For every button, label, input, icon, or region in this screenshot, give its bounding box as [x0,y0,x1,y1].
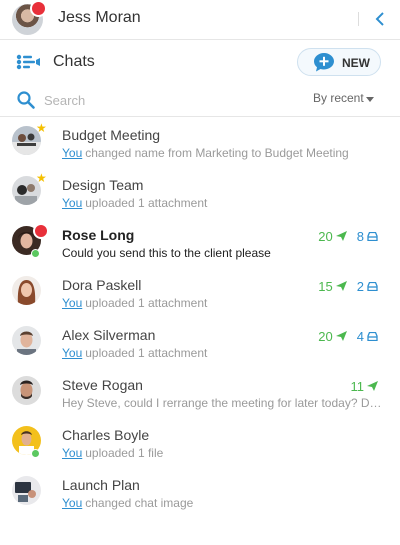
chat-counters: 20 8 [318,228,378,244]
chat-item-launch-plan[interactable]: Launch Plan You changed chat image [0,468,400,518]
send-icon [367,381,378,391]
user-avatar [12,276,41,305]
inbox-icon [367,281,378,291]
online-status-dot [31,449,40,458]
chat-name: Design Team [62,177,144,193]
new-chat-button[interactable]: NEW [297,48,381,76]
chat-name: Rose Long [62,227,135,243]
chat-preview: You changed name from Marketing to Budget… [62,146,387,160]
chat-name: Dora Paskell [62,277,142,293]
inbox-icon [367,231,378,241]
header-divider [358,12,359,26]
current-user-name: Jess Moran [58,9,141,26]
you-label[interactable]: You [62,296,82,310]
preview-text: uploaded 1 attachment [85,296,208,310]
chevron-left-icon[interactable] [372,9,390,29]
add-chat-icon [314,53,334,72]
search-icon [17,91,35,109]
chat-name: Charles Boyle [62,427,150,443]
app-header: Jess Moran [0,0,400,40]
chat-preview: You changed chat image [62,496,387,510]
chat-preview: Hey Steve, could I rerrange the meeting … [62,396,387,410]
preview-text: uploaded 1 file [85,446,164,460]
chat-name: Launch Plan [62,477,140,493]
preview-text: uploaded 1 attachment [85,346,208,360]
search-input[interactable] [44,90,224,110]
preview-text: changed chat image [85,496,194,510]
chats-title: Chats [53,53,95,70]
sort-dropdown[interactable]: By recent [313,91,364,105]
user-avatar [12,376,41,405]
chat-preview: Could you send this to the client please [62,246,271,260]
you-label[interactable]: You [62,196,82,210]
sent-count: 11 [350,378,365,394]
sent-count: 20 [318,228,333,244]
chat-name: Steve Rogan [62,377,143,393]
favorite-star-icon[interactable]: ★ [36,122,47,134]
chat-counters: 20 4 [318,328,378,344]
chat-counters: 11 [350,378,378,394]
user-avatar [12,326,41,355]
favorite-star-icon[interactable]: ★ [36,172,47,184]
you-label[interactable]: You [62,346,82,360]
send-icon [335,331,347,341]
preview-text: changed name from Marketing to Budget Me… [85,146,349,160]
attachments-count: 8 [356,228,364,244]
sent-count: 20 [318,328,333,344]
chats-list-icon [16,54,40,70]
you-label[interactable]: You [62,146,82,160]
preview-text: uploaded 1 attachment [85,196,208,210]
group-avatar [12,476,41,505]
chat-item-steve-rogan[interactable]: Steve Rogan Hey Steve, could I rerrange … [0,368,400,418]
chat-item-charles-boyle[interactable]: Charles Boyle You uploaded 1 file [0,418,400,468]
chat-item-budget-meeting[interactable]: ★ Budget Meeting You changed name from Ma… [0,118,400,168]
chat-preview: You uploaded 1 attachment [62,346,387,360]
send-icon [335,231,347,241]
new-chat-label: NEW [342,56,370,70]
search-bar: By recent [0,85,400,117]
chat-item-alex-silverman[interactable]: Alex Silverman You uploaded 1 attachment … [0,318,400,368]
chat-item-rose-long[interactable]: Rose Long Could you send this to the cli… [0,218,400,268]
you-label[interactable]: You [62,446,82,460]
attachments-count: 2 [356,278,364,294]
sent-count: 15 [318,278,333,294]
chat-preview: You uploaded 1 file [62,446,387,460]
chat-preview: You uploaded 1 attachment [62,196,387,210]
notification-dot [33,223,49,239]
inbox-icon [367,331,378,341]
chevron-down-icon[interactable] [366,97,374,102]
attachments-count: 4 [356,328,364,344]
you-label[interactable]: You [62,496,82,510]
chat-item-design-team[interactable]: ★ Design Team You uploaded 1 attachment [0,168,400,218]
online-status-dot [31,249,40,258]
chat-counters: 15 2 [318,278,378,294]
chat-name: Alex Silverman [62,327,156,343]
send-icon [335,281,347,291]
chat-name: Budget Meeting [62,127,161,143]
chat-preview: You uploaded 1 attachment [62,296,387,310]
chats-toolbar: Chats NEW [0,40,400,85]
notification-dot [30,0,47,17]
chat-item-dora-paskell[interactable]: Dora Paskell You uploaded 1 attachment 15… [0,268,400,318]
